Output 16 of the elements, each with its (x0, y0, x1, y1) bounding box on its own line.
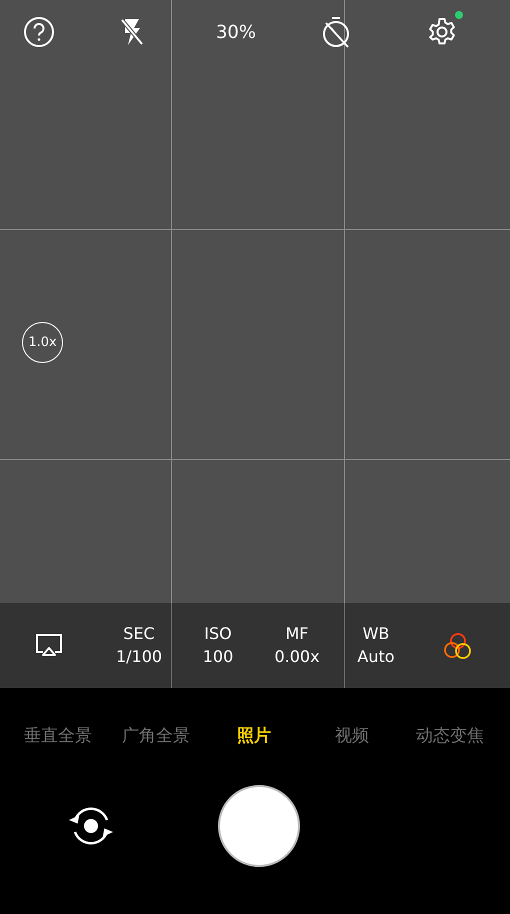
zoom-button[interactable]: 1.0x (22, 322, 63, 363)
mode-tab[interactable]: 照片 (205, 724, 303, 747)
help-icon[interactable] (23, 16, 55, 48)
mode-tab[interactable]: 视频 (303, 724, 401, 747)
color-filter-icon[interactable] (443, 632, 473, 660)
param-button[interactable]: WB Auto (338, 624, 414, 667)
timer-off-icon[interactable] (321, 16, 351, 48)
flash-off-icon[interactable] (119, 17, 145, 47)
mode-tab[interactable]: 动态变焦 (401, 724, 499, 747)
zoom-percent: 30% (214, 22, 257, 42)
mode-tab[interactable]: 广角全景 (107, 724, 205, 747)
mode-tab[interactable]: 垂直全景 (9, 724, 107, 747)
param-button[interactable]: SEC 1/100 (98, 624, 180, 667)
param-button[interactable]: ISO 100 (180, 624, 256, 667)
param-button[interactable]: MF 0.00x (256, 624, 338, 667)
cast-icon[interactable] (34, 632, 64, 658)
